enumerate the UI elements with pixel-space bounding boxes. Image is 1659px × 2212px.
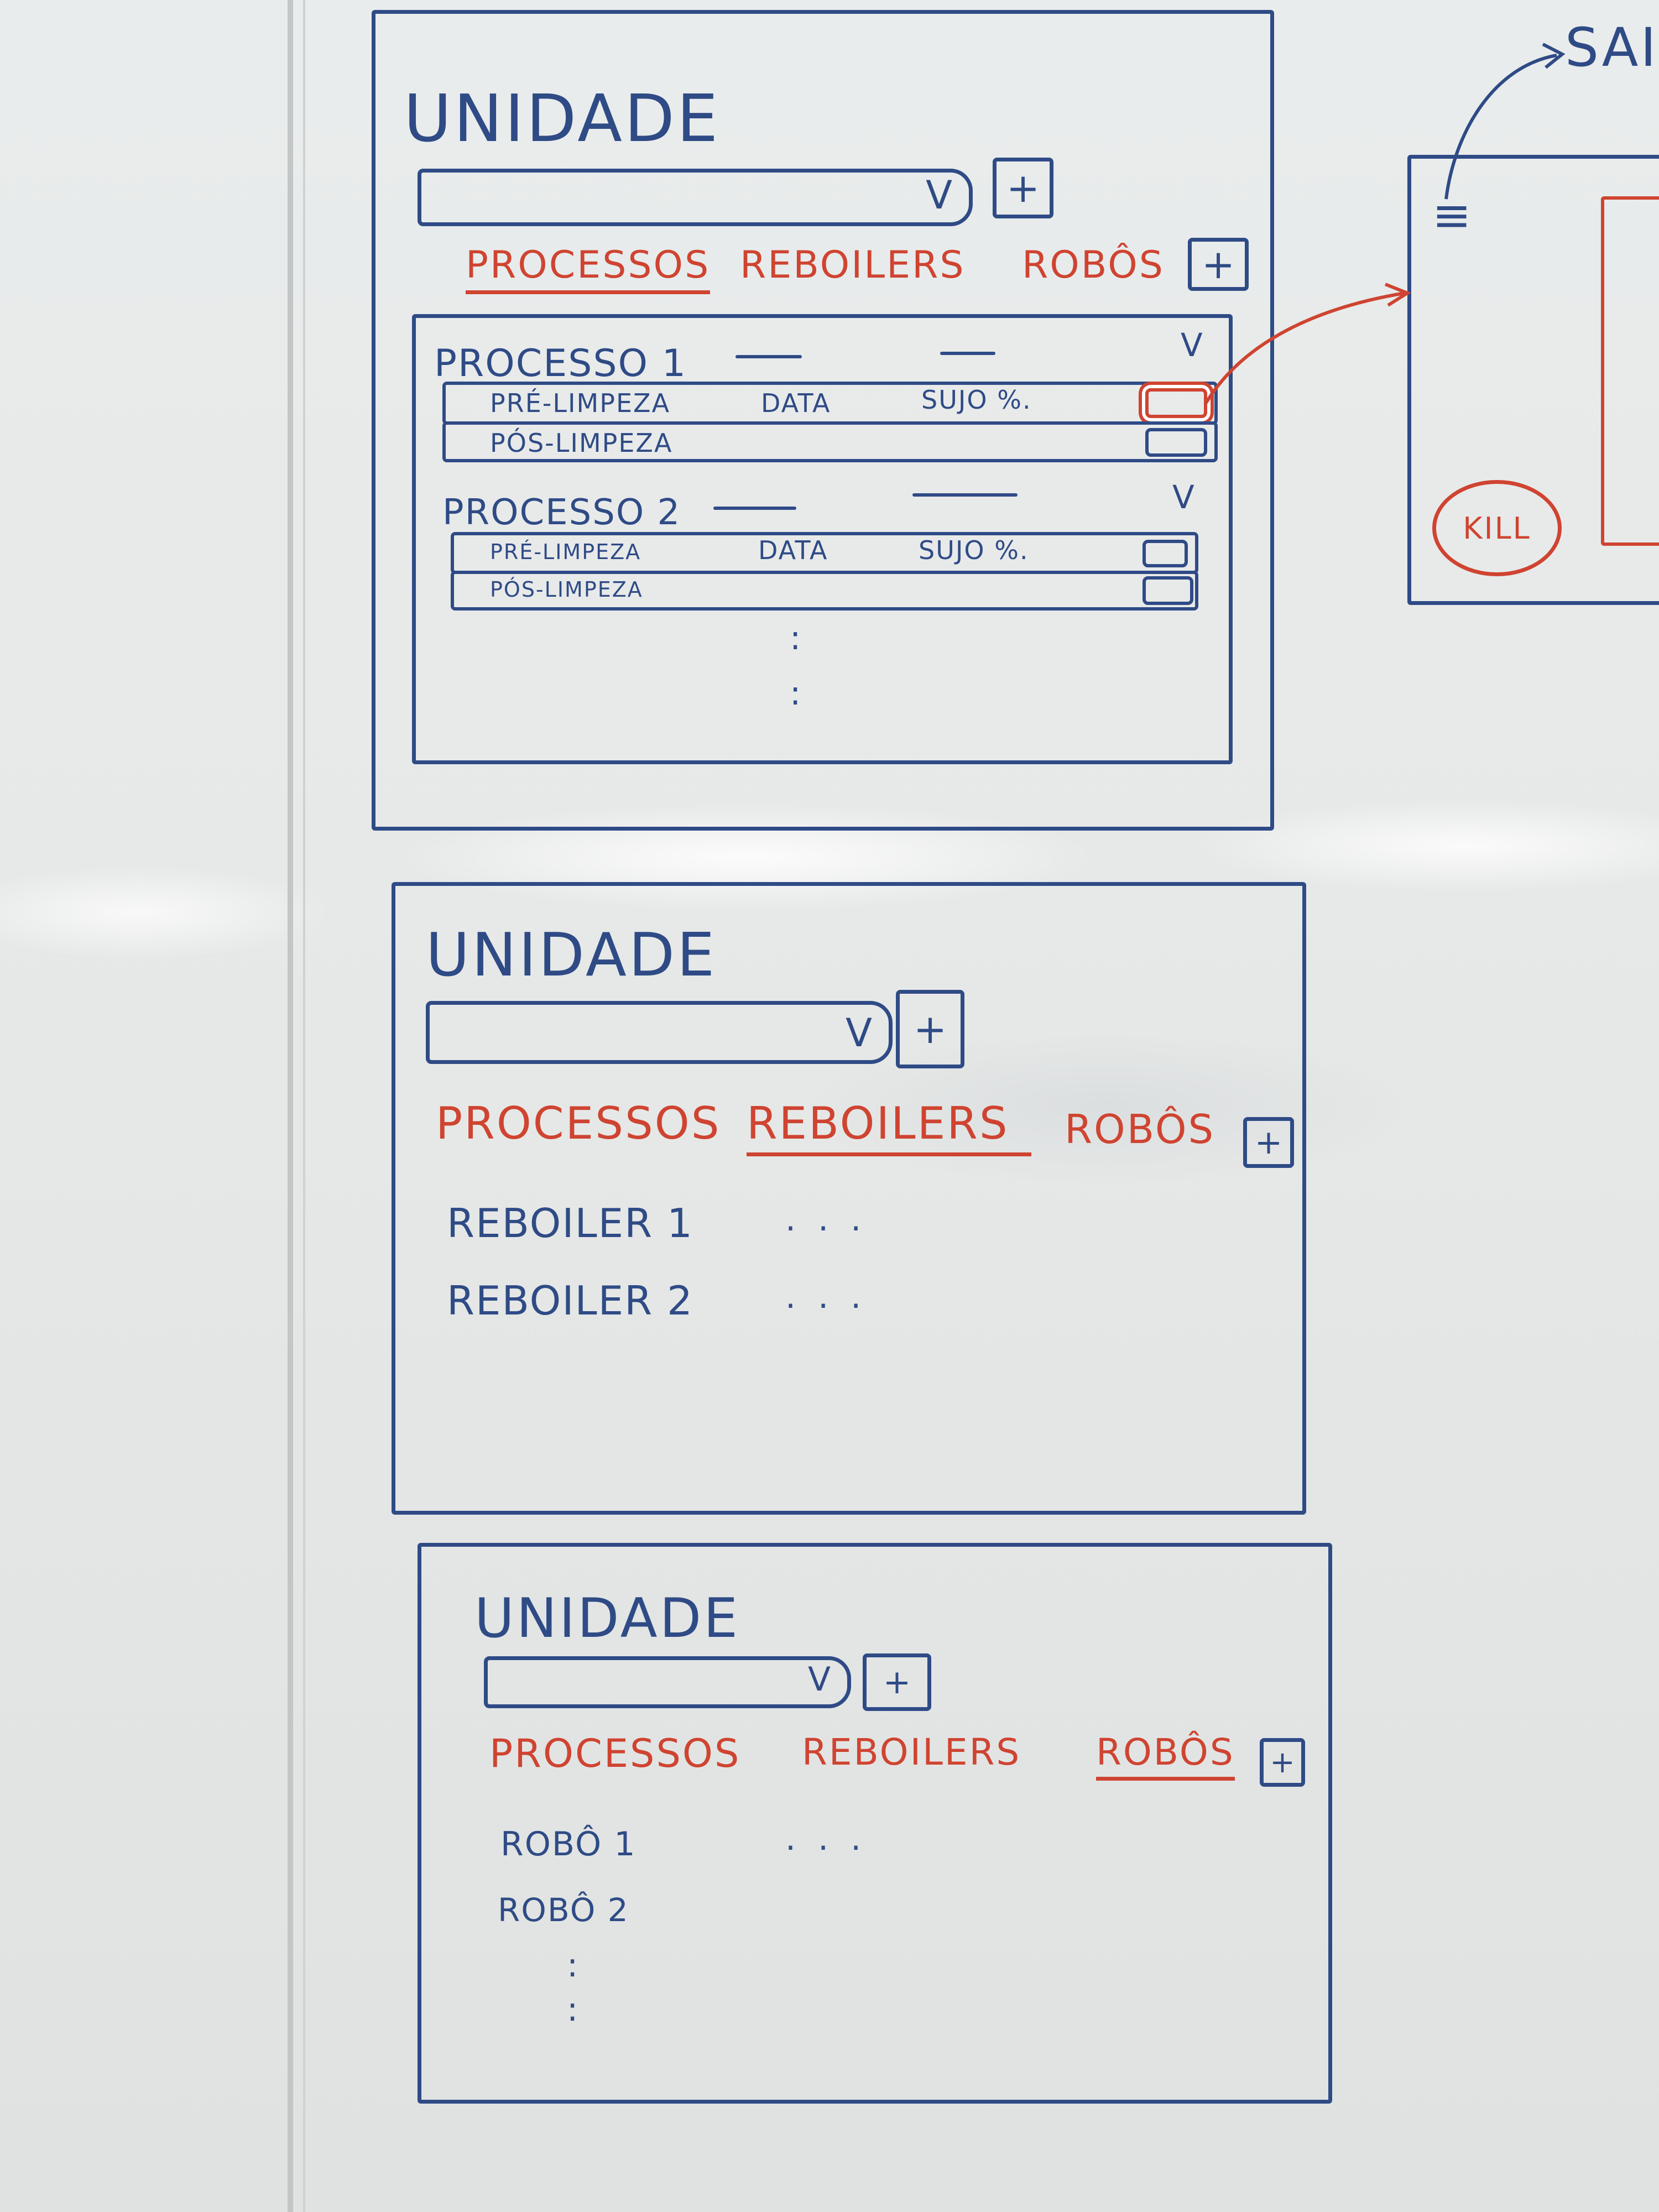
process-expand-chevron-icon[interactable]: V [1172, 478, 1194, 516]
exit-label[interactable]: SAIR [1565, 17, 1659, 79]
reboiler-item-more: ... [785, 1277, 884, 1316]
more-items-ellipsis: : [790, 619, 801, 658]
column-placeholder [735, 355, 802, 358]
row-toggle[interactable] [1142, 540, 1188, 567]
chevron-down-icon: V [846, 1010, 872, 1056]
toggle-to-panel-arrow-icon [1204, 283, 1411, 405]
screen1-tab-processos[interactable]: PROCESSOS [466, 243, 711, 294]
screen3-tab-processos[interactable]: PROCESSOS [489, 1731, 740, 1776]
robo-item-more: ... [785, 1819, 884, 1858]
row-date: DATA [758, 535, 828, 565]
robo-item[interactable]: ROBÔ 1 [500, 1825, 637, 1864]
kill-button[interactable]: KILL [1432, 480, 1562, 576]
process-name: PROCESSO 1 [434, 342, 687, 385]
screen1-add-unit-button[interactable]: + [993, 158, 1053, 218]
reboiler-item[interactable]: REBOILER 1 [447, 1200, 693, 1246]
screen2-unit-dropdown[interactable]: V [426, 1001, 893, 1064]
screen2-unit-title: UNIDADE [426, 921, 717, 990]
column-placeholder [940, 352, 995, 355]
screen1-unit-title: UNIDADE [404, 80, 721, 156]
screen1-unit-dropdown[interactable]: V [418, 169, 973, 226]
screen1-tab-robos[interactable]: ROBÔS [1022, 243, 1165, 287]
board-seam-edge [303, 0, 305, 2212]
process-name: PROCESSO 2 [442, 492, 681, 533]
chevron-down-icon: V [926, 173, 952, 218]
reboiler-item[interactable]: REBOILER 2 [447, 1277, 693, 1324]
process-row: PRÉ-LIMPEZA DATA SUJO %. [451, 532, 1198, 574]
screen2-tab-reboilers[interactable]: REBOILERS [747, 1098, 1031, 1156]
row-dirty-percent: SUJO %. [921, 385, 1032, 415]
column-placeholder [713, 507, 796, 510]
screen3-add-unit-button[interactable]: + [863, 1653, 931, 1711]
process-row: PRÉ-LIMPEZA DATA SUJO %. [442, 382, 1218, 425]
row-dirty-percent: SUJO %. [919, 535, 1029, 565]
screen2-tab-add-button[interactable]: + [1243, 1117, 1294, 1168]
more-items-ellipsis: : [567, 1990, 578, 2029]
menu-icon[interactable]: ≡ [1432, 188, 1471, 242]
row-date: DATA [761, 388, 831, 418]
row-toggle[interactable] [1142, 576, 1193, 605]
screen2-add-unit-button[interactable]: + [896, 990, 964, 1068]
process-row: PÓS-LIMPEZA [451, 571, 1198, 611]
chevron-down-icon: V [807, 1660, 831, 1699]
more-items-ellipsis: : [567, 1946, 578, 1985]
row-label: PÓS-LIMPEZA [490, 428, 673, 458]
side-panel-content-box [1601, 196, 1659, 546]
robo-item[interactable]: ROBÔ 2 [498, 1891, 629, 1929]
exit-arrow-icon [1444, 43, 1566, 200]
screen3-tab-robos[interactable]: ROBÔS [1096, 1731, 1235, 1781]
kill-button-label: KILL [1463, 510, 1531, 546]
column-placeholder [912, 493, 1018, 497]
screen1-tab-reboilers[interactable]: REBOILERS [740, 243, 966, 287]
board-seam [288, 0, 293, 2212]
screen3-unit-dropdown[interactable]: V [484, 1656, 851, 1708]
process-row: PÓS-LIMPEZA [442, 421, 1218, 462]
screen3-tab-reboilers[interactable]: REBOILERS [802, 1731, 1021, 1773]
screen2-tab-processos[interactable]: PROCESSOS [436, 1098, 721, 1149]
reboiler-item-more: ... [785, 1200, 884, 1239]
row-label: PÓS-LIMPEZA [490, 577, 643, 602]
screen2-tab-robos[interactable]: ROBÔS [1065, 1106, 1215, 1152]
screen3-unit-title: UNIDADE [474, 1587, 740, 1650]
row-label: PRÉ-LIMPEZA [490, 388, 671, 418]
row-label: PRÉ-LIMPEZA [490, 540, 641, 564]
row-toggle[interactable] [1145, 428, 1207, 457]
more-items-ellipsis: : [790, 674, 801, 713]
screen3-tab-add-button[interactable]: + [1260, 1738, 1305, 1787]
